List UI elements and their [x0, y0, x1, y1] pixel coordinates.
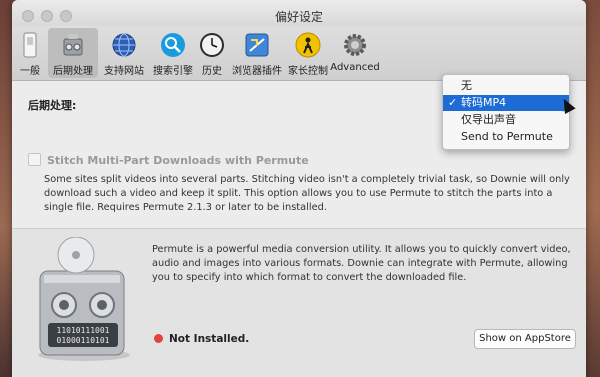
toolbar-item-general[interactable]: 一般 — [16, 28, 44, 78]
robot-icon — [63, 34, 83, 56]
toolbar-label-search-engines: 搜索引擎 — [153, 66, 193, 77]
stitch-checkbox[interactable] — [28, 153, 41, 166]
permute-section: 11010111001 01000110101 Permute is a pow… — [12, 228, 586, 377]
toolbar-item-search-engines[interactable]: 搜索引擎 — [149, 28, 197, 78]
toolbar-label-parental-controls: 家长控制 — [288, 66, 328, 77]
status-dot-icon — [154, 334, 163, 343]
toolbar-item-browser-extensions[interactable]: 浏览器插件 — [228, 28, 286, 78]
toolbar-label-browser-extensions: 浏览器插件 — [232, 66, 282, 77]
toolbar-label-history: 历史 — [202, 66, 222, 77]
parental-icon — [295, 32, 321, 58]
preferences-toolbar: 一般 后期处理 支持网站 搜索引擎 历史 浏览器插件 家长控制 Advanced — [12, 26, 586, 81]
toolbar-label-supported-sites: 支持网站 — [104, 66, 144, 77]
install-status: Not Installed. — [154, 333, 249, 345]
dropdown-option-none[interactable]: 无 — [443, 78, 569, 94]
toolbar-item-postprocessing[interactable]: 后期处理 — [48, 28, 98, 78]
clock-icon — [200, 33, 224, 57]
toolbar-label-general: 一般 — [20, 66, 40, 77]
checkmark-icon: ✓ — [448, 96, 458, 109]
dropdown-option-audio-only[interactable]: 仅导出声音 — [443, 112, 569, 128]
stitch-description: Some sites split videos into several par… — [44, 174, 570, 213]
binary-line-2: 01000110101 — [57, 336, 110, 345]
toolbar-label-postprocessing: 后期处理 — [53, 66, 93, 77]
preferences-window: 偏好设定 一般 后期处理 支持网站 搜索引擎 历史 浏览器插件 家长控制 Adv… — [12, 0, 586, 377]
window-title: 偏好设定 — [274, 10, 323, 24]
permute-description: Permute is a powerful media conversion u… — [152, 244, 571, 283]
toolbar-item-advanced[interactable]: Advanced — [330, 28, 380, 78]
magnifier-icon — [161, 33, 185, 57]
gear-icon — [344, 34, 366, 56]
dropdown-option-transcode-mp4[interactable]: ✓ 转码MP4 — [443, 95, 569, 111]
toolbar-item-supported-sites[interactable]: 支持网站 — [100, 28, 148, 78]
show-on-appstore-button[interactable]: Show on AppStore — [474, 329, 576, 349]
globe-icon — [112, 33, 136, 57]
desktop-background-right — [586, 0, 600, 377]
desktop-background-left — [0, 0, 12, 377]
toolbar-label-advanced: Advanced — [330, 62, 380, 73]
permute-app-icon: 11010111001 01000110101 — [38, 237, 130, 361]
postprocessing-dropdown-menu[interactable]: 无 ✓ 转码MP4 仅导出声音 Send to Permute ▲ ▼ — [442, 74, 570, 150]
toolbar-item-parental-controls[interactable]: 家长控制 — [285, 28, 331, 78]
postprocessing-label: 后期处理: — [28, 99, 77, 112]
install-status-text: Not Installed. — [169, 333, 250, 345]
stitch-option: Stitch Multi-Part Downloads with Permute — [28, 153, 309, 167]
binary-line-1: 11010111001 — [57, 326, 110, 335]
plugin-icon — [245, 33, 269, 57]
dropdown-option-send-to-permute[interactable]: Send to Permute — [443, 129, 569, 145]
toolbar-item-history[interactable]: 历史 — [197, 28, 227, 78]
switch-icon — [23, 32, 37, 58]
stitch-checkbox-label: Stitch Multi-Part Downloads with Permute — [47, 154, 309, 167]
